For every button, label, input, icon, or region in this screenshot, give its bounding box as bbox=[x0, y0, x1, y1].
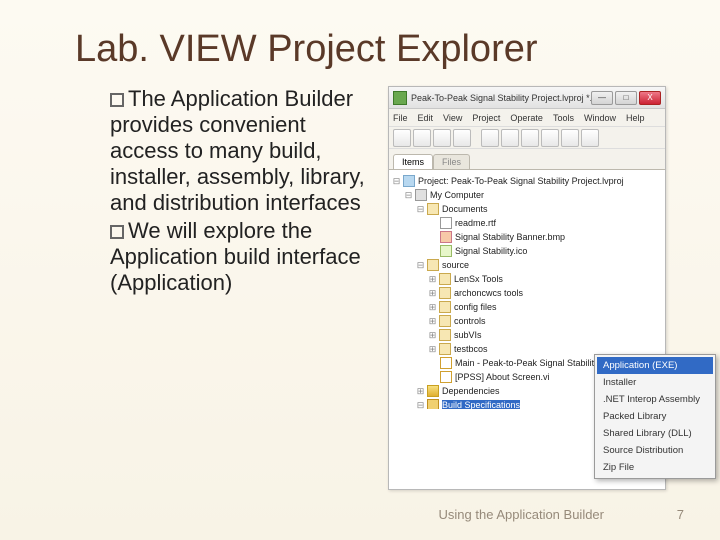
file-icon bbox=[440, 231, 452, 243]
tree-node[interactable]: ⊟source bbox=[391, 258, 663, 272]
context-menu: Application (EXE) Installer .NET Interop… bbox=[594, 354, 716, 479]
context-item-dotnet[interactable]: .NET Interop Assembly bbox=[597, 391, 713, 408]
menubar: File Edit View Project Operate Tools Win… bbox=[389, 109, 665, 127]
vi-icon bbox=[440, 357, 452, 369]
tree-node[interactable]: ⊞config files bbox=[391, 300, 663, 314]
tree-node[interactable]: ⊟Documents bbox=[391, 202, 663, 216]
slide-title: Lab. VIEW Project Explorer bbox=[75, 28, 538, 71]
buildspec-icon bbox=[427, 399, 439, 409]
menu-operate[interactable]: Operate bbox=[510, 113, 543, 123]
toolbar-button[interactable] bbox=[481, 129, 499, 147]
tree-label: Signal Stability.ico bbox=[455, 246, 527, 256]
toolbar-button[interactable] bbox=[521, 129, 539, 147]
toolbar-button[interactable] bbox=[581, 129, 599, 147]
context-item-source[interactable]: Source Distribution bbox=[597, 442, 713, 459]
tab-files[interactable]: Files bbox=[433, 154, 470, 169]
footer-text: Using the Application Builder bbox=[439, 507, 605, 522]
tree-label: My Computer bbox=[430, 190, 484, 200]
tree-label: source bbox=[442, 260, 469, 270]
tree-node[interactable]: ⊞LenSx Tools bbox=[391, 272, 663, 286]
tab-items[interactable]: Items bbox=[393, 154, 433, 169]
tree-label: [PPSS] About Screen.vi bbox=[455, 372, 550, 382]
toolbar-button[interactable] bbox=[433, 129, 451, 147]
tree-node[interactable]: Signal Stability.ico bbox=[391, 244, 663, 258]
folder-icon bbox=[439, 287, 451, 299]
page-number: 7 bbox=[677, 507, 684, 522]
toolbar-button[interactable] bbox=[393, 129, 411, 147]
vi-icon bbox=[440, 371, 452, 383]
body-text: The Application Builder provides conveni… bbox=[110, 86, 370, 298]
bullet-icon bbox=[110, 225, 124, 239]
bullet-item: The Application Builder provides conveni… bbox=[110, 86, 370, 216]
tree-label: Documents bbox=[442, 204, 488, 214]
tree-node[interactable]: ⊞subVIs bbox=[391, 328, 663, 342]
project-icon bbox=[403, 175, 415, 187]
toolbar-button[interactable] bbox=[501, 129, 519, 147]
folder-icon bbox=[439, 301, 451, 313]
menu-help[interactable]: Help bbox=[626, 113, 645, 123]
bullet-text: The Application Builder provides conveni… bbox=[110, 86, 365, 215]
bullet-text: We will explore the Application build in… bbox=[110, 218, 361, 295]
context-item-zip[interactable]: Zip File bbox=[597, 459, 713, 476]
tree-label: config files bbox=[454, 302, 497, 312]
folder-icon bbox=[439, 315, 451, 327]
tree-label: Main - Peak-to-Peak Signal Stability.vi bbox=[455, 358, 607, 368]
minimize-button[interactable]: — bbox=[591, 91, 613, 105]
tree-label-selected: Build Specifications bbox=[442, 400, 520, 409]
tree-label: Signal Stability Banner.bmp bbox=[455, 232, 565, 242]
titlebar: Peak-To-Peak Signal Stability Project.lv… bbox=[389, 87, 665, 109]
menu-window[interactable]: Window bbox=[584, 113, 616, 123]
tree-root[interactable]: ⊟Project: Peak-To-Peak Signal Stability … bbox=[391, 174, 663, 188]
tree-label: archoncwcs tools bbox=[454, 288, 523, 298]
close-button[interactable]: X bbox=[639, 91, 661, 105]
menu-edit[interactable]: Edit bbox=[418, 113, 434, 123]
computer-icon bbox=[415, 189, 427, 201]
slide: Lab. VIEW Project Explorer The Applicati… bbox=[0, 0, 720, 540]
menu-view[interactable]: View bbox=[443, 113, 462, 123]
app-icon bbox=[393, 91, 407, 105]
bullet-icon bbox=[110, 93, 124, 107]
folder-icon bbox=[439, 329, 451, 341]
tree-label: LenSx Tools bbox=[454, 274, 503, 284]
tree-label: subVIs bbox=[454, 330, 482, 340]
context-item-packed[interactable]: Packed Library bbox=[597, 408, 713, 425]
tree-node[interactable]: readme.rtf bbox=[391, 216, 663, 230]
toolbar-button[interactable] bbox=[413, 129, 431, 147]
context-item-installer[interactable]: Installer bbox=[597, 374, 713, 391]
menu-project[interactable]: Project bbox=[472, 113, 500, 123]
bullet-item: We will explore the Application build in… bbox=[110, 218, 370, 296]
folder-icon bbox=[427, 259, 439, 271]
tree-label: Dependencies bbox=[442, 386, 500, 396]
menu-file[interactable]: File bbox=[393, 113, 408, 123]
tree-node[interactable]: ⊟My Computer bbox=[391, 188, 663, 202]
file-icon bbox=[440, 217, 452, 229]
toolbar-button[interactable] bbox=[561, 129, 579, 147]
window-buttons: — □ X bbox=[591, 91, 661, 105]
context-item-dll[interactable]: Shared Library (DLL) bbox=[597, 425, 713, 442]
toolbar-button[interactable] bbox=[541, 129, 559, 147]
tab-row: Items Files bbox=[389, 149, 665, 169]
toolbar-button[interactable] bbox=[453, 129, 471, 147]
tree-label: testbcos bbox=[454, 344, 488, 354]
tree-node[interactable]: ⊞controls bbox=[391, 314, 663, 328]
context-item-application[interactable]: Application (EXE) bbox=[597, 357, 713, 374]
maximize-button[interactable]: □ bbox=[615, 91, 637, 105]
tree-node[interactable]: Signal Stability Banner.bmp bbox=[391, 230, 663, 244]
menu-tools[interactable]: Tools bbox=[553, 113, 574, 123]
file-icon bbox=[440, 245, 452, 257]
dependencies-icon bbox=[427, 385, 439, 397]
folder-icon bbox=[427, 203, 439, 215]
tree-label: Project: Peak-To-Peak Signal Stability P… bbox=[418, 176, 624, 186]
tree-label: controls bbox=[454, 316, 486, 326]
folder-icon bbox=[439, 273, 451, 285]
tree-label: readme.rtf bbox=[455, 218, 496, 228]
window-title: Peak-To-Peak Signal Stability Project.lv… bbox=[411, 93, 591, 103]
tree-node[interactable]: ⊞archoncwcs tools bbox=[391, 286, 663, 300]
toolbar bbox=[389, 127, 665, 149]
folder-icon bbox=[439, 343, 451, 355]
